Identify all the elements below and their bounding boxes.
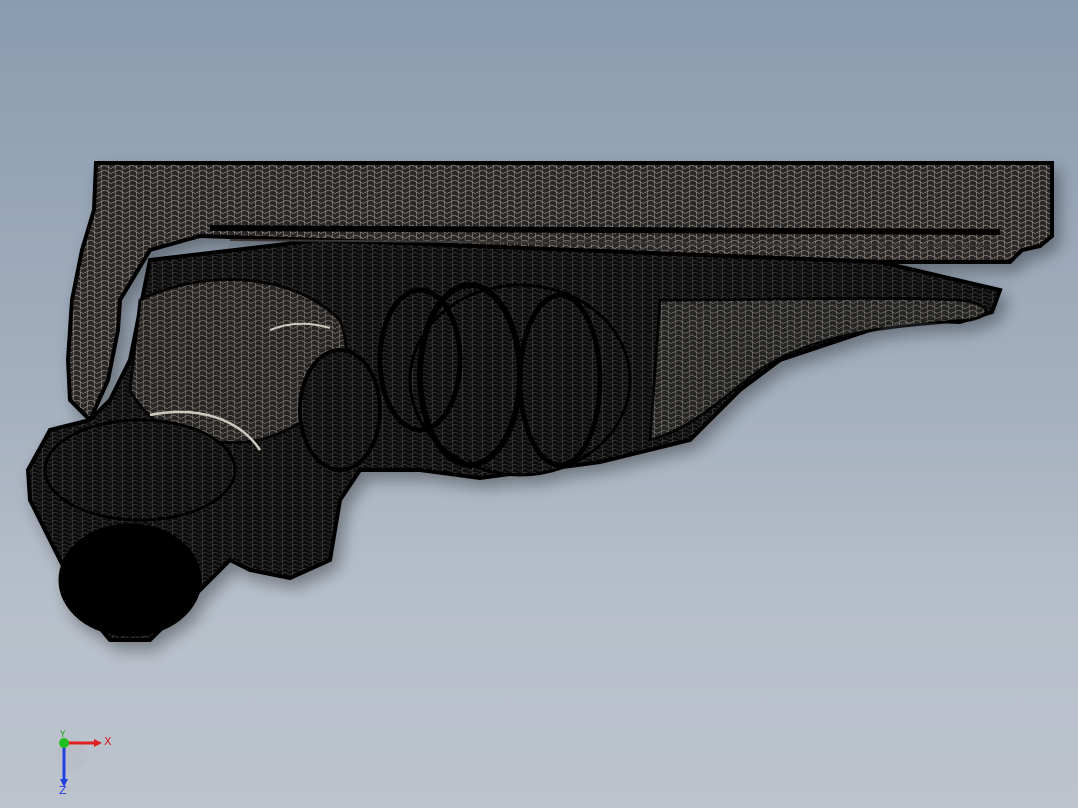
model-ridge-line: [209, 225, 1001, 235]
y-axis-label: Y: [59, 730, 66, 740]
graphics-viewport[interactable]: X Y Z: [0, 0, 1078, 808]
3d-model-corbel[interactable]: [0, 0, 1078, 808]
model-rosette: [58, 523, 202, 637]
model-body: [25, 161, 1054, 642]
x-axis-label: X: [104, 735, 112, 748]
x-axis-arrowhead: [94, 739, 102, 747]
model-knob: [298, 348, 382, 472]
z-axis-label: Z: [59, 784, 67, 795]
reference-triad[interactable]: X Y Z: [40, 725, 120, 795]
model-knob: [43, 418, 237, 522]
